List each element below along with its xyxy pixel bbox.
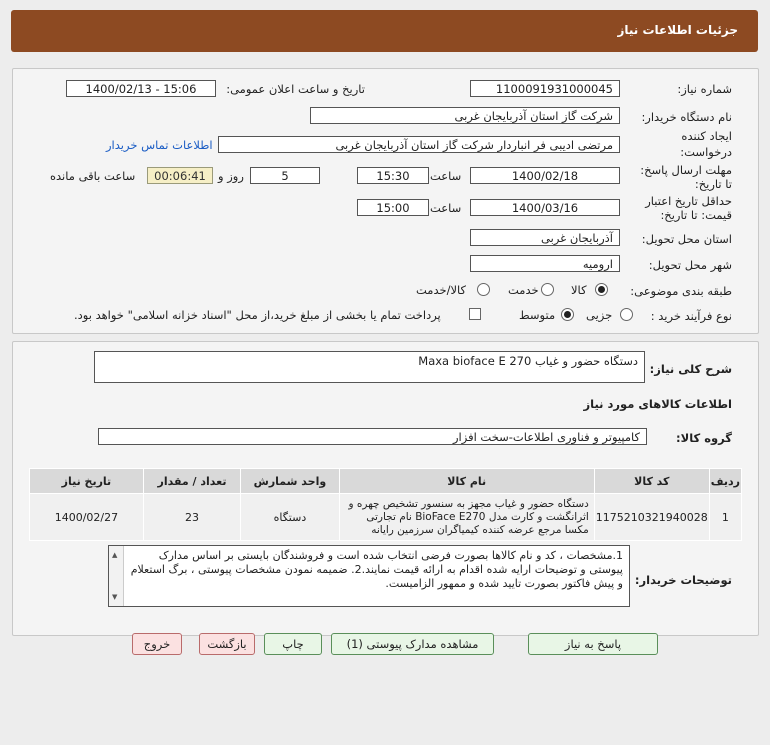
cell-unit: دستگاه <box>240 493 340 541</box>
cell-name: دستگاه حضور و غیاب مجهز به سنسور تشخیص چ… <box>338 493 595 541</box>
process-medium-radio[interactable] <box>561 308 574 321</box>
announce-label: تاریخ و ساعت اعلان عمومی: <box>226 82 365 96</box>
description-field: دستگاه حضور و غیاب Maxa bioface E 270 <box>94 351 645 383</box>
validity-date-field: 1400/03/16 <box>470 199 620 216</box>
process-label: نوع فرآیند خرید : <box>650 309 732 323</box>
validity-time-label: ساعت <box>430 201 462 215</box>
col-code: کد کالا <box>593 468 710 494</box>
buyer-notes-box[interactable]: ▲ ▼ 1.مشخصات ، کد و نام کالاها بصورت فرض… <box>108 545 630 607</box>
exit-button[interactable]: خروج <box>132 633 182 655</box>
validity-label: حداقل تاریخ اعتبار قیمت: تا تاریخ: <box>645 194 732 222</box>
validity-time-field: 15:00 <box>357 199 429 216</box>
category-service-label: خدمت <box>508 283 539 297</box>
process-minor-radio[interactable] <box>620 308 633 321</box>
creator-field: مرتضی ادیبی فر انباردار شرکت گاز استان آ… <box>218 136 620 153</box>
notes-scrollbar[interactable]: ▲ ▼ <box>109 546 124 606</box>
buyer-org-label: نام دستگاه خریدار: <box>641 110 732 124</box>
col-date: تاریخ نیاز <box>29 468 144 494</box>
goods-table: ردیف کد کالا نام کالا واحد شمارش تعداد /… <box>29 468 743 541</box>
treasury-payment-text: پرداخت تمام یا بخشی از مبلغ خرید،از محل … <box>74 308 441 322</box>
process-minor-label: جزیی <box>586 308 613 322</box>
back-button[interactable]: بازگشت <box>199 633 255 655</box>
reply-button[interactable]: پاسخ به نیاز <box>528 633 658 655</box>
table-header-row: ردیف کد کالا نام کالا واحد شمارش تعداد /… <box>29 468 743 494</box>
remaining-timer: 00:06:41 <box>147 167 213 184</box>
category-goods-radio[interactable] <box>595 283 608 296</box>
buyer-notes-label: توضیحات خریدار: <box>634 573 732 587</box>
creator-label: ایجاد کننده درخواست: <box>680 129 732 159</box>
process-medium-label: متوسط <box>519 308 556 322</box>
contact-buyer-link[interactable]: اطلاعات تماس خریدار <box>106 138 213 152</box>
goods-info-title: اطلاعات کالاهای مورد نیاز <box>583 397 732 411</box>
days-field: 5 <box>250 167 320 184</box>
category-label: طبقه بندی موضوعی: <box>630 284 732 298</box>
announce-field: 1400/02/13 - 15:06 <box>66 80 216 97</box>
buyer-org-field: شرکت گاز استان آذربایجان غربی <box>310 107 620 124</box>
category-service-radio[interactable] <box>541 283 554 296</box>
col-unit: واحد شمارش <box>240 468 340 494</box>
col-qty: تعداد / مقدار <box>142 468 242 494</box>
page-header: جزئیات اطلاعات نیاز <box>11 10 758 52</box>
category-goods-service-label: کالا/خدمت <box>416 283 467 297</box>
need-number-field: 1100091931000045 <box>470 80 620 97</box>
province-label: استان محل تحویل: <box>641 232 732 246</box>
category-goods-service-radio[interactable] <box>477 283 490 296</box>
city-label: شهر محل تحویل: <box>648 258 732 272</box>
cell-date: 1400/02/27 <box>29 493 144 541</box>
view-attachments-button[interactable]: مشاهده مدارک پیوستی (1) <box>331 633 494 655</box>
city-field: ارومیه <box>470 255 620 272</box>
category-goods-label: کالا <box>571 283 587 297</box>
reply-date-field: 1400/02/18 <box>470 167 620 184</box>
cell-row: 1 <box>708 493 743 541</box>
col-row: ردیف <box>708 468 743 494</box>
scroll-down-icon[interactable]: ▼ <box>112 590 117 604</box>
buyer-notes-text: 1.مشخصات ، کد و نام کالاها بصورت فرضی ان… <box>130 549 623 590</box>
reply-time-label: ساعت <box>430 169 462 183</box>
need-number-label: شماره نیاز: <box>677 82 732 96</box>
goods-group-label: گروه کالا: <box>676 431 732 445</box>
table-row: 1 1175210321940028 دستگاه حضور و غیاب مج… <box>29 493 743 541</box>
cell-qty: 23 <box>142 493 242 541</box>
scroll-up-icon[interactable]: ▲ <box>112 548 117 562</box>
reply-time-field: 15:30 <box>357 167 429 184</box>
cell-code: 1175210321940028 <box>593 493 710 541</box>
print-button[interactable]: چاپ <box>264 633 322 655</box>
province-field: آذربایجان غربی <box>470 229 620 246</box>
days-label: روز و <box>218 169 244 183</box>
page-title: جزئیات اطلاعات نیاز <box>617 23 738 37</box>
treasury-payment-checkbox[interactable] <box>469 308 481 320</box>
description-label: شرح کلی نیاز: <box>649 362 732 376</box>
col-name: نام کالا <box>338 468 595 494</box>
goods-group-field: کامپیوتر و فناوری اطلاعات-سخت افزار <box>98 428 647 445</box>
remaining-label: ساعت باقی مانده <box>50 169 136 183</box>
reply-deadline-label: مهلت ارسال پاسخ: تا تاریخ: <box>640 163 732 191</box>
